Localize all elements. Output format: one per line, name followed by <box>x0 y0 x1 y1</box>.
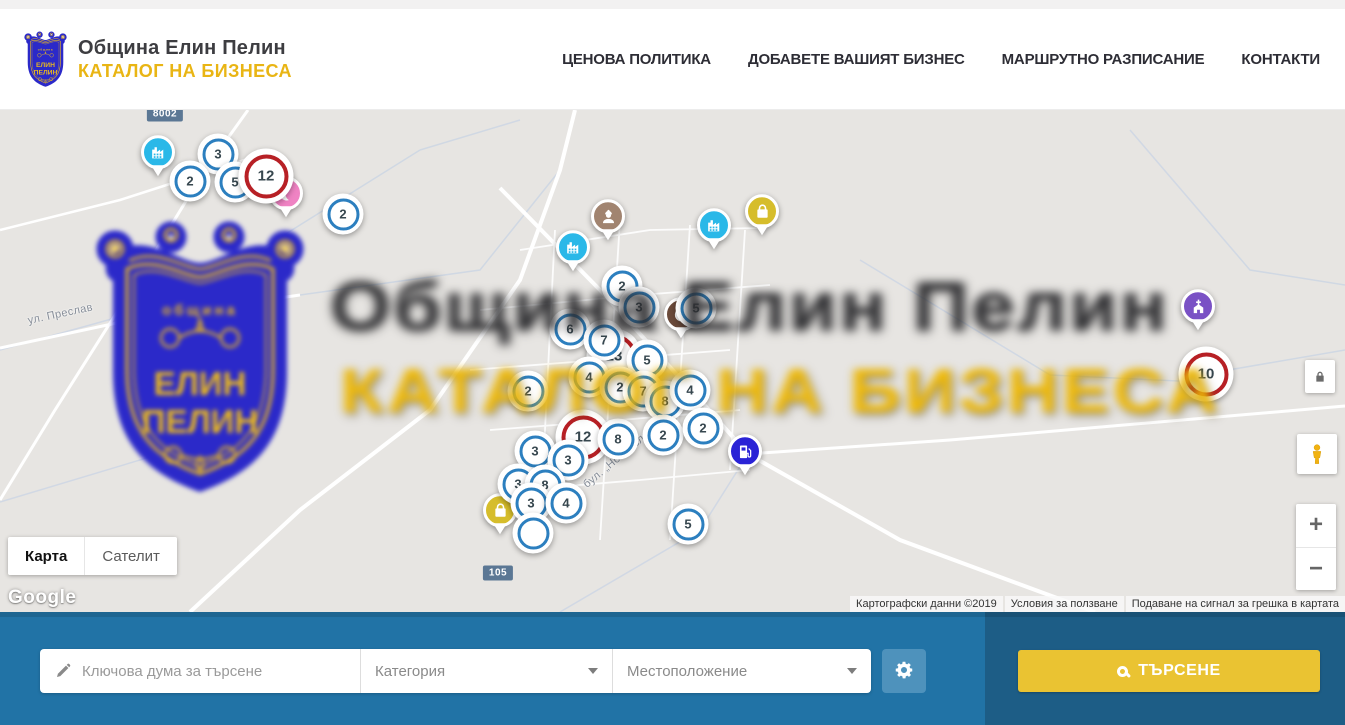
cluster-count: 2 <box>647 419 679 451</box>
gear-icon <box>893 659 915 684</box>
map-pin-factory[interactable] <box>556 230 590 264</box>
header: община ЕЛИН ПЕЛИН Община Елин Пелин КАТА… <box>0 9 1345 110</box>
nav-item[interactable]: ДОБАВЕТЕ ВАШИЯТ БИЗНЕС <box>748 51 965 68</box>
map-cluster[interactable]: 2 <box>170 161 211 202</box>
cluster-count: 3 <box>519 435 551 467</box>
map-cluster[interactable]: 4 <box>546 483 587 524</box>
location-select-label: Местоположение <box>627 663 747 680</box>
worker-icon <box>599 207 618 226</box>
map-lock-button[interactable] <box>1305 360 1335 393</box>
cluster-count: 3 <box>623 291 655 323</box>
map-cluster[interactable]: 5 <box>668 504 709 545</box>
map-pin-factory[interactable] <box>697 208 731 242</box>
google-logo[interactable]: Google <box>8 587 76 609</box>
keyword-section <box>40 649 360 693</box>
map-cluster[interactable]: 2 <box>643 415 684 456</box>
zoom-control: + − <box>1296 504 1336 590</box>
cluster-count <box>517 517 549 549</box>
cluster-count: 2 <box>687 412 719 444</box>
map-cluster[interactable] <box>513 513 554 554</box>
map-attribution: Картографски данни ©2019 Условия за полз… <box>850 596 1345 612</box>
road-shield: 8002 <box>147 110 183 122</box>
chevron-down-icon <box>588 668 598 674</box>
lock-icon <box>1312 369 1328 385</box>
zoom-in-button[interactable]: + <box>1296 504 1336 548</box>
nav-item[interactable]: МАРШРУТНО РАЗПИСАНИЕ <box>1002 51 1205 68</box>
map-pin-factory[interactable] <box>141 135 175 169</box>
map-cluster[interactable]: 2 <box>683 408 724 449</box>
pegman-icon <box>1306 443 1328 465</box>
map-type-satellite-button[interactable]: Сателит <box>85 537 177 575</box>
cluster-count: 8 <box>602 423 634 455</box>
location-select[interactable]: Местоположение <box>612 649 871 693</box>
cluster-count: 2 <box>327 198 359 230</box>
municipality-crest-icon: община ЕЛИН ПЕЛИН <box>22 28 69 90</box>
top-strip <box>0 0 1345 9</box>
map-pin-fuel[interactable] <box>728 434 762 468</box>
map-cluster[interactable]: 10 <box>1179 347 1234 402</box>
category-select-label: Категория <box>375 663 445 680</box>
cluster-count: 7 <box>588 324 620 356</box>
church-icon <box>1189 297 1208 316</box>
factory-icon <box>705 216 724 235</box>
chevron-down-icon <box>847 668 857 674</box>
map-pin-worker[interactable] <box>591 199 625 233</box>
cluster-count: 10 <box>1184 352 1228 396</box>
site-logo[interactable]: община ЕЛИН ПЕЛИН Община Елин Пелин КАТА… <box>22 28 292 90</box>
nav-item[interactable]: ЦЕНОВА ПОЛИТИКА <box>562 51 711 68</box>
main-nav: ЦЕНОВА ПОЛИТИКА ДОБАВЕТЕ ВАШИЯТ БИЗНЕС МАР… <box>562 51 1320 68</box>
svg-text:ЕЛИН: ЕЛИН <box>36 62 55 69</box>
factory-icon <box>149 143 168 162</box>
map-cluster[interactable]: 2 <box>508 371 549 412</box>
nav-item[interactable]: КОНТАКТИ <box>1241 51 1320 68</box>
cluster-count: 4 <box>550 487 582 519</box>
cluster-count: 2 <box>512 375 544 407</box>
search-button-label: ТЪРСЕНЕ <box>1138 662 1221 680</box>
site-title: Община Елин Пелин <box>78 37 292 60</box>
cluster-count: 4 <box>674 374 706 406</box>
category-select[interactable]: Категория <box>360 649 612 693</box>
bag-icon <box>491 501 510 520</box>
factory-icon <box>564 238 583 257</box>
advanced-settings-button[interactable] <box>882 649 926 693</box>
fuel-icon <box>736 442 755 461</box>
attribution-terms-link[interactable]: Условия за ползване <box>1005 596 1124 612</box>
zoom-out-button[interactable]: − <box>1296 548 1336 591</box>
search-button[interactable]: ТЪРСЕНЕ <box>1018 650 1320 692</box>
bag-icon <box>753 202 772 221</box>
cluster-count: 5 <box>680 292 712 324</box>
map-cluster[interactable]: 12 <box>239 149 294 204</box>
site-subtitle: КАТАЛОГ НА БИЗНЕСА <box>78 61 292 82</box>
map-canvas[interactable]: 8002105ул. Преславбул. „Новоселци“ 32512… <box>0 110 1345 612</box>
road-shield: 105 <box>483 566 513 581</box>
map-cluster[interactable]: 2 <box>323 194 364 235</box>
map-cluster[interactable]: 5 <box>676 288 717 329</box>
map-cluster[interactable]: 4 <box>670 370 711 411</box>
cluster-count: 12 <box>244 154 288 198</box>
svg-text:ПЕЛИН: ПЕЛИН <box>34 70 58 77</box>
cluster-count: 2 <box>174 165 206 197</box>
map-cluster[interactable]: 8 <box>598 419 639 460</box>
map-type-control: Карта Сателит <box>8 537 177 575</box>
pencil-icon <box>54 662 72 680</box>
keyword-search-input[interactable] <box>82 663 346 680</box>
map-pin-bag[interactable] <box>745 194 779 228</box>
map-pin-church[interactable] <box>1181 289 1215 323</box>
map-cluster[interactable]: 3 <box>619 287 660 328</box>
search-input-group: Категория Местоположение <box>40 649 871 693</box>
map-type-map-button[interactable]: Карта <box>8 537 85 575</box>
cluster-count: 6 <box>554 313 586 345</box>
attribution-report-link[interactable]: Подаване на сигнал за грешка в картата <box>1126 596 1345 612</box>
search-icon <box>1117 666 1128 677</box>
cluster-count: 5 <box>672 508 704 540</box>
map-cluster[interactable]: 7 <box>584 320 625 361</box>
search-bar: Категория Местоположение ТЪРСЕНЕ <box>0 612 1345 725</box>
attribution-data: Картографски данни ©2019 <box>850 596 1003 612</box>
street-view-pegman-button[interactable] <box>1297 434 1337 474</box>
